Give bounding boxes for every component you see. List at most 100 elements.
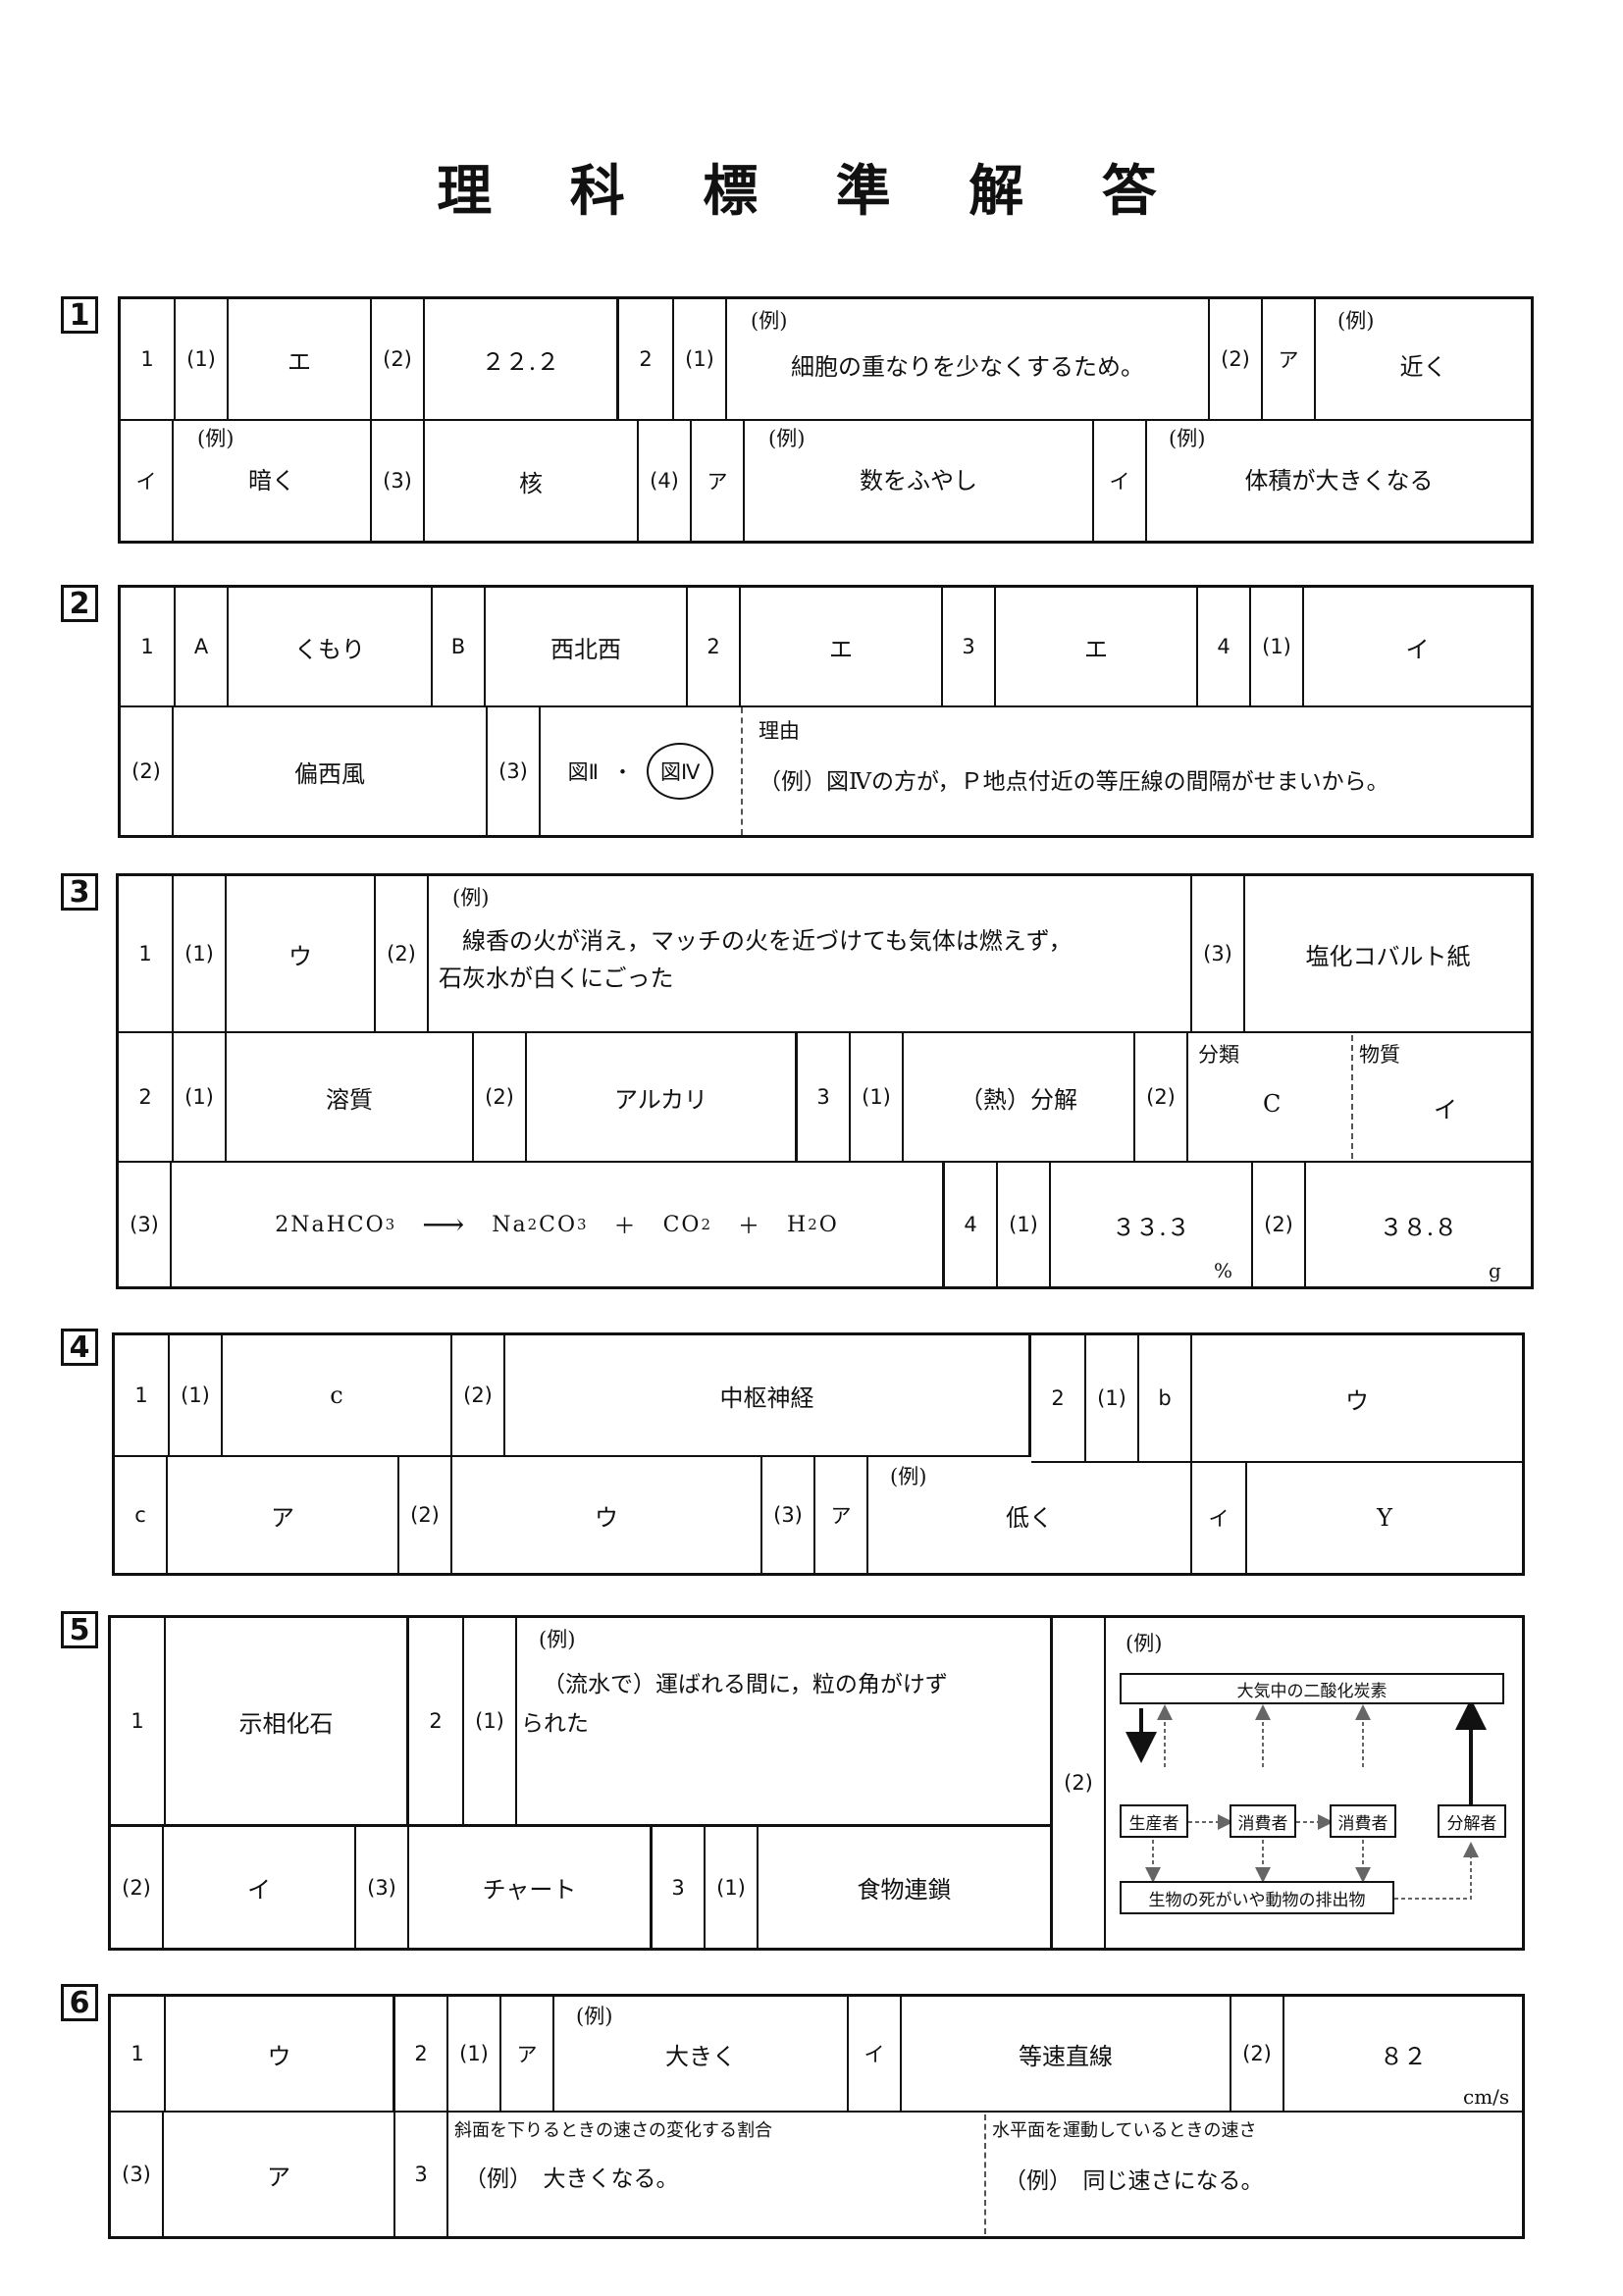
answer-cell: エ [996,588,1198,705]
figure-choice-cell: 図Ⅱ ・ 図Ⅳ [541,707,743,835]
answer-cell: ア [164,2113,395,2236]
atmosphere-co2-box: 大気中の二酸化炭素 [1120,1673,1504,1704]
choice-label: イ [1192,1463,1247,1573]
answer-cell: イ [164,1827,356,1948]
answer-cell: 溶質 [227,1033,474,1161]
answer-cell: ウ [452,1457,762,1573]
answer-cell: 等速直線 [902,1997,1231,2111]
answer-text: （例） 同じ速さになる。 [1004,2168,1264,2194]
item-number: 2 [688,588,741,705]
answer-cell: ア [168,1457,399,1573]
answer-cell: ウ [227,876,376,1031]
answer-block-4: 1 (1) c (2) 中枢神経 2 (1) b ウ c ア (2) ウ (3)… [112,1332,1525,1576]
answer-cell: イ [1405,635,1430,663]
question-number-5: 5 [61,1611,98,1648]
answer-block-5: 1 示相化石 2 (1) (例) （流水で）運ばれる間に，粒の角がけず られた … [108,1615,1525,1951]
item-number: 2 [619,299,674,419]
equation-term: O [818,1212,839,1237]
answer-cell: エ [741,588,943,705]
reaction-arrow: ⟶ [422,1207,467,1242]
choice-label: ア [501,1997,554,2111]
consumer-box: 消費者 [1330,1804,1396,1838]
answer-cell: くもり [229,588,433,705]
answer-cell: 食物連鎖 [759,1827,1053,1948]
sub-number: (1) [851,1033,904,1161]
question-number-3: 3 [61,873,98,911]
item-number: 1 [121,588,176,705]
substance-answer: イ [1434,1096,1457,1123]
remains-box: 生物の死がいや動物の排出物 [1120,1881,1394,1914]
decomposer-box: 分解者 [1438,1804,1506,1838]
plus-sign: ＋ [613,1215,638,1239]
sub-number: (1) [174,876,227,1031]
example-label: (例) [890,1465,927,1488]
answer-text: 近く [1399,352,1447,381]
unit-label: g [1489,1259,1501,1282]
equation-term: CO [539,1212,577,1237]
answer-text-line2: 石灰水が白くにごった [439,965,674,992]
answer-cell: エ [229,299,372,419]
item-number: 2 [119,1033,174,1161]
figure-option: 図Ⅱ [567,760,599,784]
sub-number: (2) [1253,1163,1306,1286]
sub-number: (2) [474,1033,527,1161]
sub-number: (2) [452,1335,505,1455]
choice-label: イ [1094,421,1147,541]
sub-number: (3) [119,1163,172,1286]
sub-number: (2) [1231,1997,1284,2111]
sub-number: (1) [1251,588,1304,705]
example-label: (例) [1337,309,1375,333]
answer-text-line1: 線香の火が消え，マッチの火を近づけても気体は燃えず， [462,927,1073,955]
answer-cell: c [223,1335,452,1455]
reason-label: 理由 [759,719,800,743]
sub-number: (1) [998,1163,1051,1286]
sub-number: (1) [176,299,229,419]
answer-text: 暗く [248,466,295,495]
equation-term: Na [492,1212,528,1237]
classification-answer: C [1263,1090,1282,1118]
item-number: 1 [115,1335,170,1455]
separator-dot: ・ [611,760,633,784]
example-label: (例) [1169,427,1206,450]
answer-cell: Y [1377,1504,1392,1532]
item-number: 2 [395,1997,448,2111]
choice-label: イ [121,421,174,541]
answer-text: 細胞の重なりを少なくするため。 [791,352,1144,381]
answer-block-2: 1 A くもり B 西北西 2 エ 3 エ 4 (1) イ (2) 偏西風 (3… [118,585,1534,838]
subscript: 3 [577,1216,589,1233]
sub-number: (2) [376,876,429,1031]
sub-number: (1) [674,299,727,419]
subscript: 3 [385,1216,397,1233]
item-number: 3 [798,1033,851,1161]
answer-cell [517,1618,1053,1824]
sub-number: (2) [399,1457,452,1573]
answer-cell: ウ [166,1997,395,2111]
answer-cell: 塩化コバルト紙 [1305,942,1471,970]
choice-label: イ [849,1997,902,2111]
choice-label: c [115,1457,168,1573]
chemical-equation: 2NaHCO 3 ⟶ Na 2 CO 3 ＋ CO 2 ＋ H2O [172,1163,945,1286]
answer-cell: 核 [425,421,639,541]
subscript: 2 [808,1216,819,1233]
sub-number: (1) [448,1997,501,2111]
example-label: (例) [1126,1632,1163,1655]
choice-label: ア [815,1457,868,1573]
answer-cell: ２２.２ [425,299,619,419]
choice-label: b [1139,1335,1192,1461]
equation-term: H [787,1212,809,1237]
sub-number: (2) [372,299,425,419]
example-label: (例) [197,427,235,450]
question-number-6: 6 [61,1984,98,2021]
sub-number: (3) [356,1827,409,1948]
answer-cell: 細胞の重なりを少なくするため。 [727,299,1210,419]
answer-text-line1: （流水で）運ばれる間に，粒の角がけず [543,1672,948,1697]
item-number: 2 [409,1618,464,1824]
sub-number: (3) [762,1457,815,1573]
example-label: (例) [768,427,806,450]
choice-label: B [433,588,486,705]
choice-label: ア [1263,299,1316,419]
example-label: (例) [452,886,490,910]
item-number: 4 [945,1163,998,1286]
item-number: 3 [943,588,996,705]
item-number: 1 [121,299,176,419]
